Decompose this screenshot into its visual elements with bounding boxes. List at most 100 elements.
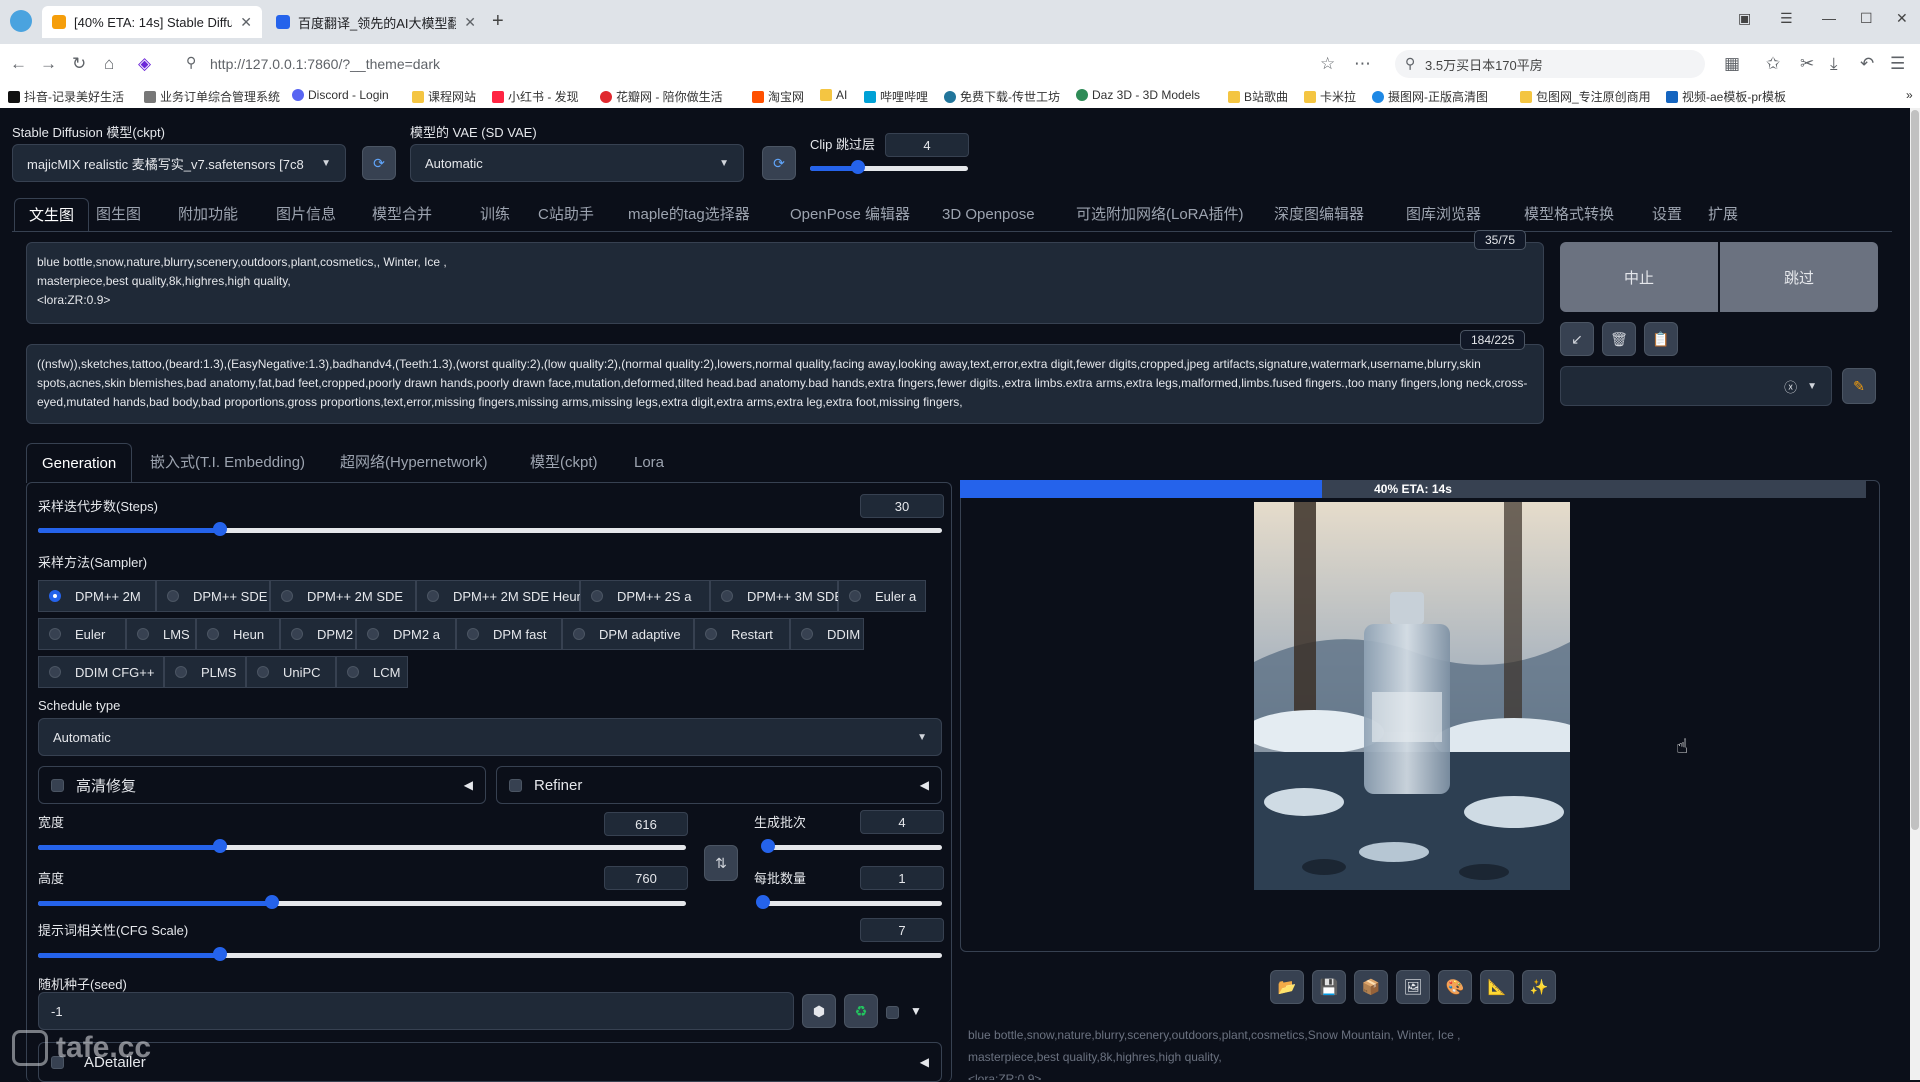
steps-number[interactable]: 30 <box>860 494 944 518</box>
reload-icon[interactable]: ↻ <box>72 54 86 74</box>
browser-tab-baidu-translate[interactable]: 百度翻译_领先的AI大模型翻 ✕ <box>266 6 486 38</box>
bookmark-item[interactable]: 视频-ae模板-pr模板 <box>1666 88 1786 105</box>
batch-count-number[interactable]: 4 <box>860 810 944 834</box>
edit-styles-button[interactable]: ✎ <box>1842 368 1876 404</box>
close-tab-icon[interactable]: ✕ <box>240 14 252 31</box>
extension-icon[interactable]: ◈ <box>138 54 151 74</box>
sampler-option[interactable]: Restart <box>694 618 790 650</box>
close-tab-icon[interactable]: ✕ <box>464 14 476 31</box>
menu-icon[interactable]: ☰ <box>1780 10 1793 27</box>
schedule-type-dropdown[interactable]: Automatic ▼ <box>38 718 942 756</box>
forward-icon[interactable]: → <box>40 54 57 74</box>
zip-button[interactable]: 📦 <box>1354 970 1388 1004</box>
open-folder-button[interactable]: 📂 <box>1270 970 1304 1004</box>
random-seed-button[interactable]: ⬢ <box>802 994 836 1028</box>
download-icon[interactable]: ⤓ <box>1830 54 1838 74</box>
send-to-extras-button[interactable]: 📐 <box>1480 970 1514 1004</box>
sampler-option[interactable]: UniPC <box>246 656 336 688</box>
main-tab-13[interactable]: 模型格式转换 <box>1524 198 1614 232</box>
bookmark-item[interactable]: 淘宝网 <box>752 88 804 105</box>
restore-icon[interactable]: ▣ <box>1738 10 1751 27</box>
bookmark-item[interactable]: AI <box>820 88 847 102</box>
sampler-option[interactable]: Euler <box>38 618 126 650</box>
page-scrollbar[interactable] <box>1910 108 1920 1080</box>
browser-search-box[interactable]: ⚲ 3.5万买日本170平房 <box>1395 50 1705 78</box>
main-tab-3[interactable]: 图片信息 <box>276 198 336 232</box>
main-tab-15[interactable]: 扩展 <box>1708 198 1738 232</box>
favorites-icon[interactable]: ✩ <box>1766 54 1780 74</box>
apps-icon[interactable]: ▦ <box>1724 54 1740 74</box>
slider-thumb[interactable] <box>756 895 770 909</box>
close-window-icon[interactable]: ✕ <box>1896 10 1908 27</box>
negative-prompt[interactable]: ((nsfw)),sketches,tattoo,(beard:1.3),(Ea… <box>26 344 1544 424</box>
upscale-button[interactable]: ✨ <box>1522 970 1556 1004</box>
slider-thumb[interactable] <box>212 947 227 961</box>
extra-seed-triangle-icon[interactable]: ▼ <box>910 1004 922 1018</box>
send-to-inpaint-button[interactable]: 🎨 <box>1438 970 1472 1004</box>
sampler-option[interactable]: DPM++ 2M SDE <box>270 580 416 612</box>
vae-dropdown[interactable]: Automatic ▼ <box>410 144 744 182</box>
bookmark-item[interactable]: B站歌曲 <box>1228 88 1288 105</box>
reuse-seed-button[interactable]: ♻ <box>844 994 878 1028</box>
cfg-number[interactable]: 7 <box>860 918 944 942</box>
clear-x-icon[interactable]: ⓧ <box>1784 377 1797 396</box>
subtab-1[interactable]: 嵌入式(T.I. Embedding) <box>150 443 305 483</box>
main-tab-2[interactable]: 附加功能 <box>178 198 238 232</box>
bookmark-item[interactable]: 花瓣网 - 陪你做生活 <box>600 88 723 105</box>
scissors-icon[interactable]: ✂ <box>1800 54 1814 74</box>
sampler-option[interactable]: DPM++ 2M <box>38 580 156 612</box>
steps-slider[interactable] <box>38 522 942 536</box>
main-tab-11[interactable]: 深度图编辑器 <box>1274 198 1364 232</box>
more-icon[interactable]: ⋯ <box>1354 54 1371 74</box>
sampler-option[interactable]: DDIM CFG++ <box>38 656 164 688</box>
bookmark-item[interactable]: 卡米拉 <box>1304 88 1356 105</box>
paste-button[interactable]: 📋 <box>1644 322 1678 356</box>
skip-button[interactable]: 跳过 <box>1720 242 1878 312</box>
clear-prompt-button[interactable]: 🗑 <box>1602 322 1636 356</box>
back-icon[interactable]: ← <box>10 54 27 74</box>
height-number[interactable]: 760 <box>604 866 688 890</box>
bookmark-item[interactable]: 哔哩哔哩 <box>864 88 928 105</box>
bookmark-item[interactable]: 课程网站 <box>412 88 476 105</box>
main-tab-1[interactable]: 图生图 <box>96 198 141 232</box>
main-tab-4[interactable]: 模型合并 <box>372 198 432 232</box>
bookmark-item[interactable]: 摄图网-正版高清图 <box>1372 88 1488 105</box>
main-tab-9[interactable]: 3D Openpose <box>942 198 1035 232</box>
main-tab-10[interactable]: 可选附加网络(LoRA插件) <box>1076 198 1244 232</box>
home-icon[interactable]: ⌂ <box>104 54 114 74</box>
height-slider[interactable] <box>38 895 686 909</box>
subtab-4[interactable]: Lora <box>634 443 664 483</box>
subtab-3[interactable]: 模型(ckpt) <box>530 443 598 483</box>
main-tab-14[interactable]: 设置 <box>1652 198 1682 232</box>
sampler-option[interactable]: DPM fast <box>456 618 562 650</box>
undo-icon[interactable]: ↶ <box>1860 54 1874 74</box>
bookmark-item[interactable]: 免费下载-传世工坊 <box>944 88 1060 105</box>
extra-seed-checkbox[interactable] <box>886 1006 899 1019</box>
sampler-option[interactable]: DPM++ 2M SDE Heun <box>416 580 584 612</box>
bookmark-item[interactable]: 包图网_专注原创商用 <box>1520 88 1651 105</box>
slider-thumb[interactable] <box>212 522 227 536</box>
new-tab-icon[interactable]: + <box>492 10 504 33</box>
main-tab-12[interactable]: 图库浏览器 <box>1406 198 1481 232</box>
refiner-accordion[interactable]: Refiner ◀ <box>496 766 942 804</box>
swap-dimensions-button[interactable]: ⇅ <box>704 845 738 881</box>
hires-fix-checkbox[interactable] <box>51 778 64 792</box>
sampler-option[interactable]: LMS <box>126 618 196 650</box>
refresh-ckpt-button[interactable]: ⟳ <box>362 146 396 180</box>
batch-size-slider[interactable] <box>756 895 942 909</box>
main-tab-6[interactable]: C站助手 <box>538 198 594 232</box>
send-to-img2img-button[interactable]: 🖼 <box>1396 970 1430 1004</box>
scrollbar-thumb[interactable] <box>1911 110 1919 830</box>
ckpt-dropdown[interactable]: majicMIX realistic 麦橘写实_v7.safetensors [… <box>12 144 346 182</box>
bookmark-item[interactable]: 小红书 - 发现 <box>492 88 579 105</box>
bookmark-item[interactable]: 业务订单综合管理系统 <box>144 88 280 105</box>
sampler-option[interactable]: DPM2 <box>280 618 356 650</box>
styles-dropdown[interactable]: ⓧ ▼ <box>1560 366 1832 406</box>
subtab-2[interactable]: 超网络(Hypernetwork) <box>340 443 488 483</box>
interrupt-button[interactable]: 中止 <box>1560 242 1718 312</box>
preview-image[interactable] <box>1254 502 1570 890</box>
subtab-0[interactable]: Generation <box>26 443 133 483</box>
browser-tab-stable-diffusion[interactable]: [40% ETA: 14s] Stable Diffu ✕ <box>42 6 262 38</box>
main-tab-7[interactable]: maple的tag选择器 <box>628 198 750 232</box>
positive-prompt[interactable]: blue bottle,snow,nature,blurry,scenery,o… <box>26 242 1544 324</box>
